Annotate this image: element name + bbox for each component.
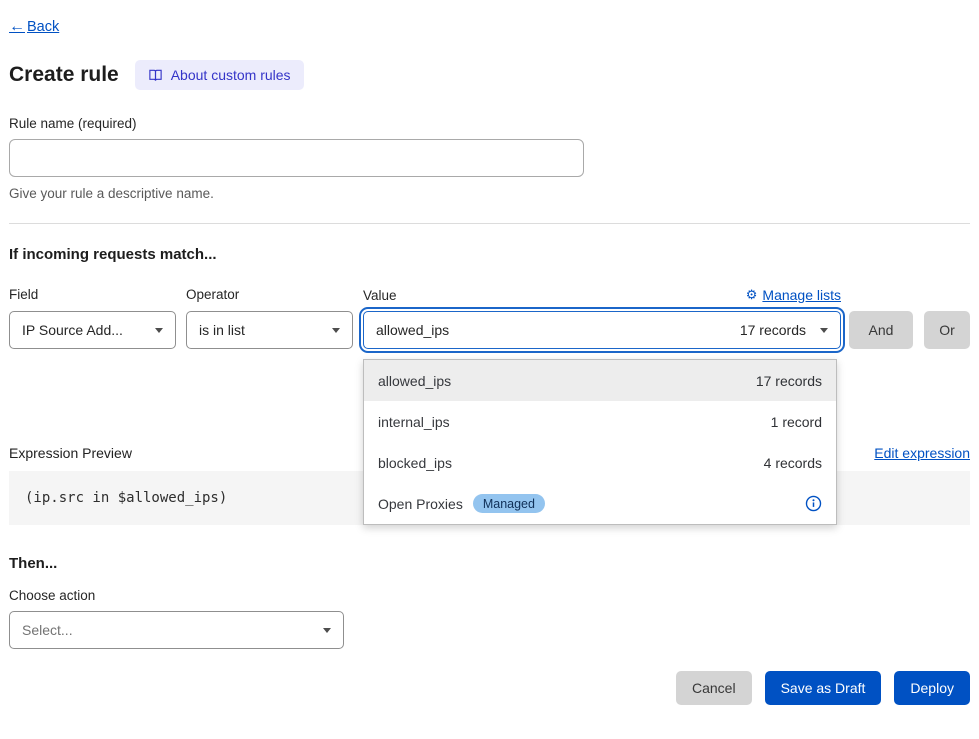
and-button[interactable]: And bbox=[849, 311, 913, 349]
section-divider bbox=[9, 223, 970, 224]
list-option-allowed-ips[interactable]: allowed_ips 17 records bbox=[364, 360, 836, 401]
chevron-down-icon bbox=[155, 328, 163, 333]
expression-preview-label: Expression Preview bbox=[9, 445, 132, 461]
list-dropdown: allowed_ips 17 records internal_ips 1 re… bbox=[363, 359, 837, 525]
back-label: Back bbox=[27, 19, 59, 35]
list-option-meta: 17 records bbox=[756, 373, 822, 389]
operator-select-value: is in list bbox=[199, 322, 245, 338]
back-link[interactable]: ←Back bbox=[9, 18, 59, 36]
value-select-right: 17 records bbox=[740, 322, 828, 338]
list-option-name: internal_ips bbox=[378, 414, 450, 430]
save-as-draft-button[interactable]: Save as Draft bbox=[765, 671, 882, 705]
value-label: Value bbox=[363, 288, 397, 303]
deploy-button[interactable]: Deploy bbox=[894, 671, 970, 705]
list-option-name: Open Proxies bbox=[378, 496, 463, 512]
info-icon[interactable] bbox=[805, 495, 822, 512]
manage-lists-label: Manage lists bbox=[762, 287, 841, 303]
list-option-open-proxies[interactable]: Open Proxies Managed bbox=[364, 483, 836, 524]
chevron-down-icon bbox=[332, 328, 340, 333]
action-select-placeholder: Select... bbox=[22, 622, 73, 638]
footer-actions: Cancel Save as Draft Deploy bbox=[9, 671, 970, 705]
cancel-button[interactable]: Cancel bbox=[676, 671, 752, 705]
choose-action-label: Choose action bbox=[9, 588, 970, 603]
list-option-meta: 4 records bbox=[764, 455, 822, 471]
match-labels-row: Field Operator Value ⚙ Manage lists bbox=[9, 287, 970, 303]
about-custom-rules-label: About custom rules bbox=[171, 67, 291, 83]
gear-icon: ⚙ bbox=[746, 287, 758, 303]
chevron-down-icon bbox=[820, 328, 828, 333]
managed-badge: Managed bbox=[473, 494, 545, 513]
field-select-value: IP Source Add... bbox=[22, 322, 123, 338]
list-option-internal-ips[interactable]: internal_ips 1 record bbox=[364, 401, 836, 442]
then-heading: Then... bbox=[9, 555, 970, 572]
action-select[interactable]: Select... bbox=[9, 611, 344, 649]
value-select-meta: 17 records bbox=[740, 322, 806, 338]
field-label: Field bbox=[9, 287, 176, 303]
value-select-value: allowed_ips bbox=[376, 322, 449, 338]
create-rule-page: ←Back Create rule About custom rules Rul… bbox=[0, 0, 979, 705]
match-controls-row: IP Source Add... is in list allowed_ips … bbox=[9, 311, 970, 349]
match-section-heading: If incoming requests match... bbox=[9, 246, 970, 263]
about-custom-rules-link[interactable]: About custom rules bbox=[135, 60, 304, 90]
back-arrow-icon: ← bbox=[9, 18, 25, 36]
or-button[interactable]: Or bbox=[924, 311, 970, 349]
operator-select[interactable]: is in list bbox=[186, 311, 353, 349]
list-option-left: Open Proxies Managed bbox=[378, 494, 545, 513]
list-option-blocked-ips[interactable]: blocked_ips 4 records bbox=[364, 442, 836, 483]
page-title: Create rule bbox=[9, 63, 119, 87]
operator-label: Operator bbox=[186, 287, 353, 303]
rule-name-helper: Give your rule a descriptive name. bbox=[9, 186, 970, 201]
edit-expression-link[interactable]: Edit expression bbox=[874, 445, 970, 461]
title-row: Create rule About custom rules bbox=[9, 60, 970, 90]
manage-lists-link[interactable]: ⚙ Manage lists bbox=[746, 287, 841, 303]
book-icon bbox=[148, 68, 163, 83]
rule-name-label: Rule name (required) bbox=[9, 116, 970, 131]
chevron-down-icon bbox=[323, 628, 331, 633]
value-select[interactable]: allowed_ips 17 records bbox=[363, 311, 841, 349]
list-option-name: blocked_ips bbox=[378, 455, 452, 471]
list-option-meta: 1 record bbox=[771, 414, 822, 430]
field-select[interactable]: IP Source Add... bbox=[9, 311, 176, 349]
value-label-row: Value ⚙ Manage lists bbox=[363, 287, 841, 303]
rule-name-input[interactable] bbox=[9, 139, 584, 177]
value-select-wrap: allowed_ips 17 records allowed_ips 17 re… bbox=[363, 311, 841, 349]
list-option-name: allowed_ips bbox=[378, 373, 451, 389]
